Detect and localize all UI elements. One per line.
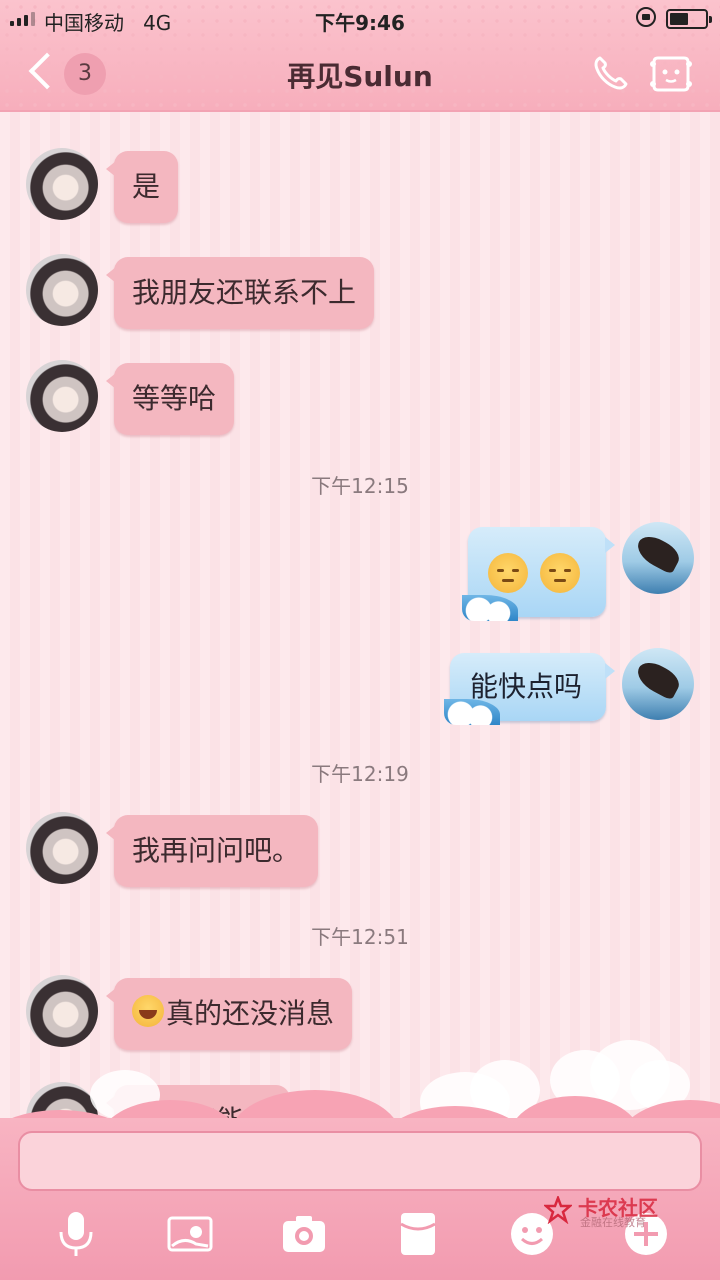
battery-icon [666, 9, 712, 29]
message-bubble-incoming[interactable]: 我朋友还联系不上 [105, 257, 375, 329]
microphone-icon[interactable] [52, 1210, 100, 1258]
contact-avatar[interactable] [26, 254, 98, 326]
message-timestamp: 下午12:51 [311, 925, 409, 949]
message-bubble-outgoing[interactable]: 能快点吗 [444, 653, 615, 725]
rotation-lock-icon [636, 7, 656, 27]
message-timestamp: 下午12:19 [311, 762, 409, 786]
pensive-face-icon [540, 553, 580, 593]
profile-menu-icon[interactable] [648, 54, 694, 94]
message-input[interactable] [18, 1131, 702, 1191]
tears-of-joy-emoji-icon [132, 995, 164, 1027]
message-bubble-incoming[interactable]: 我再问问吧。 [105, 815, 319, 887]
camera-icon[interactable] [280, 1210, 328, 1258]
watermark-logo-icon [544, 1196, 572, 1224]
status-time: 下午9:46 [315, 11, 405, 35]
contact-avatar[interactable] [26, 975, 98, 1047]
my-avatar[interactable] [622, 648, 694, 720]
message-bubble-incoming[interactable]: 是 [105, 151, 179, 223]
message-bubble-outgoing[interactable] [462, 527, 615, 621]
wave-decoration [462, 595, 518, 621]
red-packet-icon[interactable] [394, 1210, 442, 1258]
contact-avatar[interactable] [26, 812, 98, 884]
image-icon[interactable] [166, 1210, 214, 1258]
contact-avatar[interactable] [26, 148, 98, 220]
status-bar: 中国移动 4G 下午9:46 [0, 0, 720, 38]
message-bubble-incoming[interactable]: 等等哈 [105, 363, 235, 435]
watermark-subtitle: 金融在线教育 [580, 1216, 646, 1229]
message-timestamp: 下午12:15 [311, 474, 409, 498]
contact-avatar[interactable] [26, 360, 98, 432]
phone-icon[interactable] [590, 54, 630, 94]
pensive-face-icon [488, 553, 528, 593]
my-avatar[interactable] [622, 522, 694, 594]
watermark: 卡农社区 金融在线教育 [540, 1192, 670, 1229]
